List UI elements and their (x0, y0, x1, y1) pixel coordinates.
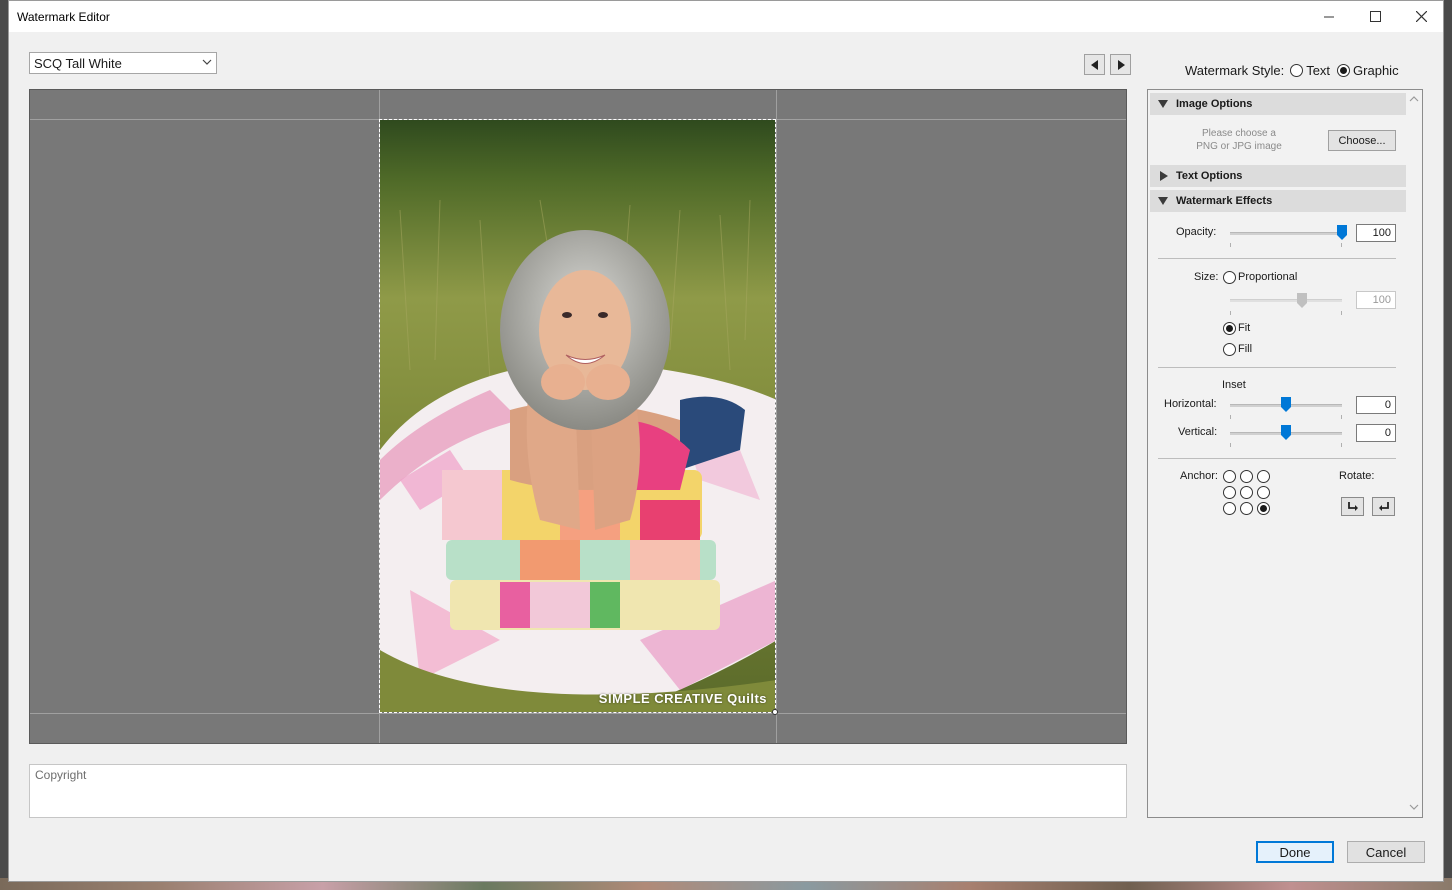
choose-image-button[interactable]: Choose... (1328, 130, 1396, 151)
slider-tick (1230, 311, 1231, 315)
chevron-down-icon (202, 59, 212, 65)
watermark-style-label: Watermark Style: (1185, 63, 1285, 78)
opacity-slider-thumb[interactable] (1337, 225, 1347, 240)
anchor-center-radio[interactable] (1240, 486, 1253, 499)
watermark-graphic[interactable]: SIMPLE CREATIVE Quilts (599, 691, 767, 706)
guide-line-bottom (30, 713, 1126, 714)
divider (1158, 258, 1396, 259)
arrow-right-icon (1117, 59, 1125, 70)
text-options-title: Text Options (1176, 170, 1243, 182)
done-button[interactable]: Done (1256, 841, 1334, 863)
inset-horizontal-label: Horizontal: (1164, 398, 1217, 410)
cancel-button[interactable]: Cancel (1347, 841, 1425, 863)
image-options-header[interactable]: Image Options (1150, 93, 1406, 115)
anchor-bottom-center-radio[interactable] (1240, 502, 1253, 515)
host-app-left-edge (0, 0, 8, 890)
divider (1158, 367, 1396, 368)
inset-horizontal-input[interactable]: 0 (1356, 396, 1396, 414)
anchor-top-left-radio[interactable] (1223, 470, 1236, 483)
size-proportional-label: Proportional (1238, 271, 1298, 283)
scroll-down-icon[interactable] (1409, 804, 1419, 810)
anchor-bottom-right-radio[interactable] (1257, 502, 1270, 515)
minimize-button[interactable] (1306, 1, 1352, 32)
vertical-slider-thumb[interactable] (1281, 425, 1291, 440)
triangle-down-icon (1158, 100, 1168, 108)
style-text-radio[interactable] (1290, 64, 1304, 77)
rotate-clockwise-icon (1347, 502, 1358, 511)
text-options-header[interactable]: Text Options (1150, 165, 1406, 187)
anchor-middle-left-radio[interactable] (1223, 486, 1236, 499)
opacity-input[interactable]: 100 (1356, 224, 1396, 242)
size-proportional-radio[interactable] (1223, 271, 1236, 284)
anchor-bottom-left-radio[interactable] (1223, 502, 1236, 515)
hint-line-2: PNG or JPG image (1196, 141, 1282, 152)
resize-handle[interactable] (772, 709, 778, 715)
triangle-down-icon (1158, 197, 1168, 205)
arrow-left-icon (1090, 59, 1098, 70)
opacity-label: Opacity: (1176, 226, 1217, 238)
anchor-top-right-radio[interactable] (1257, 470, 1270, 483)
rotate-label: Rotate: (1339, 470, 1375, 482)
watermark-effects-title: Watermark Effects (1176, 195, 1273, 207)
preset-dropdown[interactable]: SCQ Tall White (29, 52, 217, 74)
inset-vertical-label: Vertical: (1178, 426, 1218, 438)
slider-tick (1230, 443, 1231, 447)
minimize-icon (1324, 16, 1334, 17)
photo-image (380, 120, 775, 712)
watermark-editor-window: Watermark Editor SCQ Tall White Watermar… (8, 0, 1444, 882)
preview-photo: SIMPLE CREATIVE Quilts (379, 119, 776, 713)
slider-tick (1230, 243, 1231, 247)
divider (1158, 458, 1396, 459)
previous-image-button[interactable] (1084, 54, 1105, 75)
anchor-middle-right-radio[interactable] (1257, 486, 1270, 499)
slider-tick (1341, 415, 1342, 419)
maximize-button[interactable] (1352, 1, 1398, 32)
size-fill-label: Fill (1238, 343, 1253, 355)
slider-tick (1341, 443, 1342, 447)
rotate-counterclockwise-icon (1378, 502, 1389, 511)
style-graphic-label: Graphic (1353, 63, 1399, 78)
guide-line-right (776, 90, 777, 743)
scroll-up-icon[interactable] (1409, 96, 1419, 102)
window-title: Watermark Editor (17, 10, 110, 24)
size-fit-radio[interactable] (1223, 322, 1236, 335)
options-panel: Image Options Please choose a PNG or JPG… (1147, 89, 1423, 818)
inset-label: Inset (1222, 379, 1246, 391)
title-bar: Watermark Editor (9, 1, 1443, 32)
slider-tick (1341, 243, 1342, 247)
close-button[interactable] (1398, 1, 1444, 32)
size-label: Size: (1194, 271, 1219, 283)
panel-scrollbar[interactable] (1406, 90, 1422, 817)
copyright-textarea[interactable]: Copyright (29, 764, 1127, 818)
slider-tick (1341, 311, 1342, 315)
watermark-preview-area: SIMPLE CREATIVE Quilts (29, 89, 1127, 744)
rotate-clockwise-button[interactable] (1341, 497, 1364, 516)
triangle-right-icon (1160, 171, 1168, 181)
watermark-effects-header[interactable]: Watermark Effects (1150, 190, 1406, 212)
slider-tick (1230, 415, 1231, 419)
choose-image-hint: Please choose a PNG or JPG image (1184, 127, 1294, 153)
watermark-style-row: Watermark Style: Text Graphic (1185, 63, 1399, 78)
anchor-top-center-radio[interactable] (1240, 470, 1253, 483)
size-slider-track (1230, 299, 1342, 302)
size-fit-label: Fit (1238, 322, 1251, 334)
close-icon (1415, 11, 1427, 22)
next-image-button[interactable] (1110, 54, 1131, 75)
horizontal-slider-thumb[interactable] (1281, 397, 1291, 412)
size-fill-radio[interactable] (1223, 343, 1236, 356)
anchor-label: Anchor: (1180, 470, 1218, 482)
style-graphic-radio[interactable] (1337, 64, 1351, 77)
preset-value: SCQ Tall White (34, 56, 122, 71)
rotate-counterclockwise-button[interactable] (1372, 497, 1395, 516)
host-app-right-edge (1444, 0, 1452, 890)
opacity-slider-track[interactable] (1230, 232, 1342, 235)
image-options-title: Image Options (1176, 98, 1253, 110)
size-slider-thumb (1297, 293, 1307, 308)
hint-line-1: Please choose a (1202, 128, 1276, 139)
size-input: 100 (1356, 291, 1396, 309)
inset-vertical-input[interactable]: 0 (1356, 424, 1396, 442)
style-text-label: Text (1306, 63, 1331, 78)
maximize-icon (1369, 11, 1381, 22)
anchor-grid (1223, 470, 1275, 518)
